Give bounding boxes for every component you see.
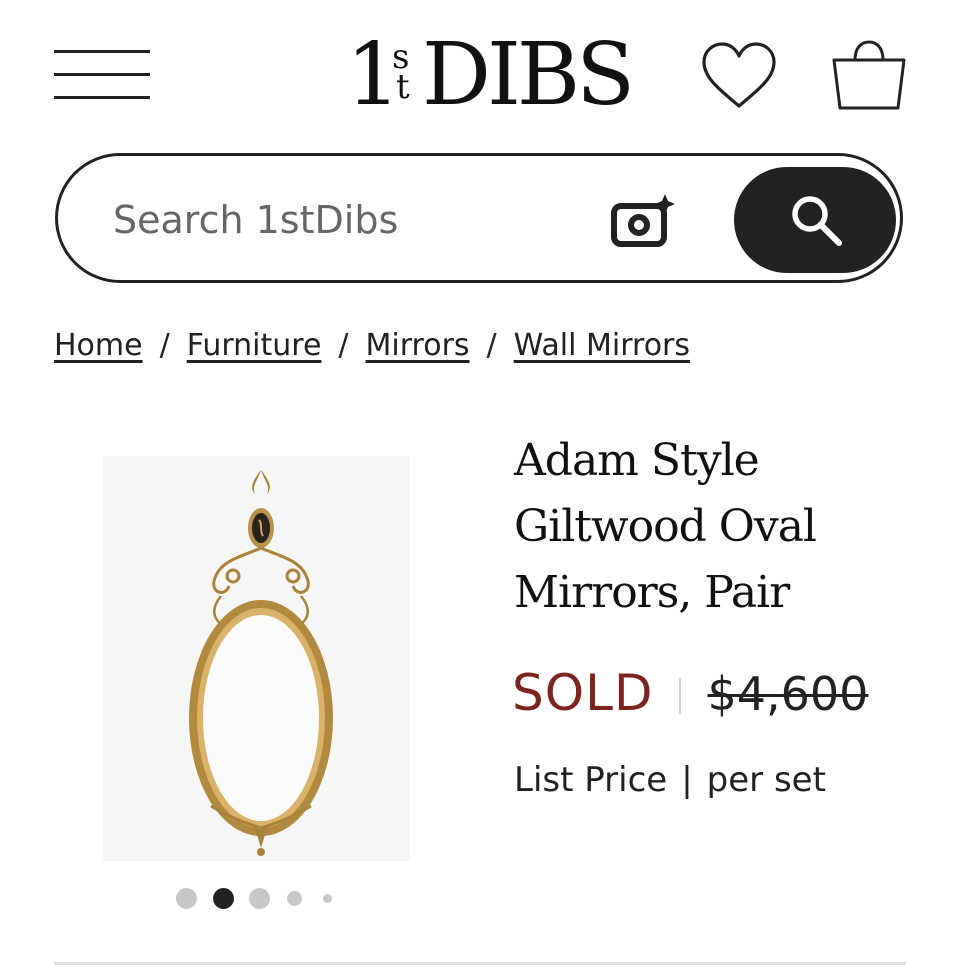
product-title-line: Giltwood Oval <box>514 501 817 552</box>
product-title-line: Mirrors, Pair <box>514 567 790 618</box>
breadcrumb-separator: / <box>338 328 349 363</box>
product-title: Adam Style Giltwood Oval Mirrors, Pair <box>514 428 914 626</box>
logo-1stdibs[interactable]: 1 s t DIBS <box>340 25 635 128</box>
product-image-gallery[interactable] <box>103 456 410 861</box>
product-image-mirror <box>103 456 410 861</box>
gallery-dot[interactable] <box>176 888 197 909</box>
logo-word: DIBS <box>422 25 635 125</box>
list-price-label: List Price <box>514 760 668 800</box>
price-unit: per set <box>706 760 826 800</box>
breadcrumb-furniture[interactable]: Furniture <box>187 328 322 363</box>
breadcrumb-mirrors[interactable]: Mirrors <box>366 328 470 363</box>
header: 1 s t DIBS <box>0 0 960 150</box>
camera-sparkle-icon <box>611 194 675 247</box>
search-bar <box>55 153 903 283</box>
price-row: SOLD $4,600 <box>512 664 868 724</box>
hamburger-menu-icon <box>54 50 150 53</box>
favorites-button[interactable] <box>700 40 778 112</box>
shopping-bag-icon <box>832 40 906 110</box>
menu-button[interactable] <box>54 50 150 100</box>
visual-search-button[interactable] <box>610 192 680 252</box>
logo-t: t <box>396 67 410 107</box>
gallery-dot[interactable] <box>249 888 270 909</box>
heart-icon <box>702 42 776 108</box>
section-divider <box>54 962 906 965</box>
price-divider <box>679 678 682 714</box>
search-icon <box>792 196 842 246</box>
breadcrumb-home[interactable]: Home <box>54 328 143 363</box>
list-price-separator: | <box>681 760 693 800</box>
gallery-dot-active[interactable] <box>213 888 234 909</box>
gallery-pagination <box>170 886 340 912</box>
original-price: $4,600 <box>707 667 869 721</box>
gallery-dot[interactable] <box>323 894 332 903</box>
breadcrumb-separator: / <box>159 328 170 363</box>
sold-status: SOLD <box>512 664 654 722</box>
breadcrumb-separator: / <box>486 328 497 363</box>
search-submit-button[interactable] <box>734 167 896 273</box>
list-price-note: List Price | per set <box>514 760 826 800</box>
breadcrumb-wall-mirrors[interactable]: Wall Mirrors <box>514 328 690 363</box>
gallery-dot[interactable] <box>287 891 302 906</box>
breadcrumb: Home / Furniture / Mirrors / Wall Mirrors <box>54 328 690 372</box>
product-title-line: Adam Style <box>514 435 760 486</box>
search-input[interactable] <box>113 190 593 250</box>
cart-button[interactable] <box>830 40 908 112</box>
